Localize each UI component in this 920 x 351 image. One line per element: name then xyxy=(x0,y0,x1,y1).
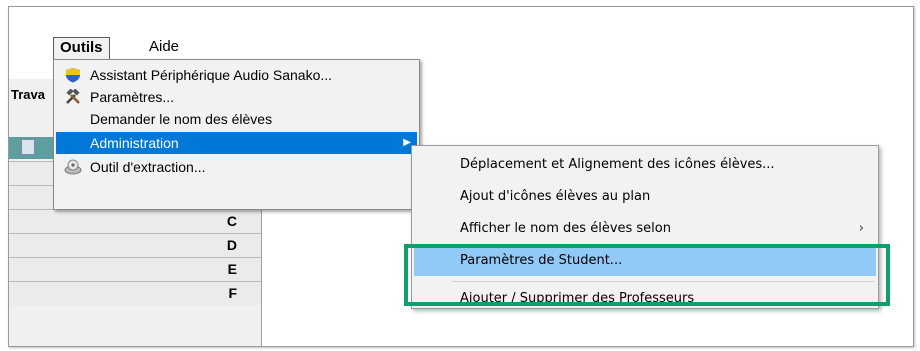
menu-item-label: Administration xyxy=(90,135,179,151)
submenu-item-ajout-icones[interactable]: Ajout d'icônes élèves au plan xyxy=(414,182,876,212)
menu-item-assistant-audio[interactable]: Assistant Périphérique Audio Sanako... xyxy=(56,64,417,86)
row-label: C xyxy=(226,213,237,229)
row-d[interactable]: D xyxy=(9,233,261,257)
menu-item-label: Assistant Périphérique Audio Sanako... xyxy=(90,67,333,83)
row-c[interactable]: C xyxy=(9,209,261,233)
submenu-arrow-icon: ▶ xyxy=(403,137,411,148)
menu-item-administration[interactable]: Administration ▶ xyxy=(56,132,417,154)
row-label: D xyxy=(226,237,237,253)
menu-item-label: Outil d'extraction... xyxy=(90,159,206,175)
shield-icon xyxy=(64,67,82,83)
application-window: Outils Aide Trava C D E F Assistant Péri… xyxy=(8,6,914,347)
extraction-icon xyxy=(64,159,82,175)
menu-item-label: Demander le nom des élèves xyxy=(90,111,273,127)
menu-item-outil-extraction[interactable]: Outil d'extraction... xyxy=(56,156,417,178)
menu-aide[interactable]: Aide xyxy=(143,37,185,59)
left-panel-header: Trava xyxy=(11,87,45,102)
outils-dropdown-menu: Assistant Périphérique Audio Sanako... P… xyxy=(53,59,420,210)
chevron-right-icon: › xyxy=(858,221,864,236)
row-f[interactable]: F xyxy=(9,281,261,305)
row-label: F xyxy=(228,285,237,301)
row-label: E xyxy=(227,261,237,277)
submenu-item-label: Déplacement et Alignement des icônes élè… xyxy=(460,157,775,172)
submenu-item-deplacement[interactable]: Déplacement et Alignement des icônes élè… xyxy=(414,150,876,180)
row-e[interactable]: E xyxy=(9,257,261,281)
tools-icon xyxy=(64,88,82,105)
menu-item-demander-nom[interactable]: Demander le nom des élèves xyxy=(56,108,417,130)
submenu-item-label: Afficher le nom des élèves selon xyxy=(460,221,671,236)
student-icon xyxy=(21,139,35,155)
submenu-item-label: Ajout d'icônes élèves au plan xyxy=(460,189,651,204)
menu-outils[interactable]: Outils xyxy=(53,37,110,59)
menu-item-label: Paramètres... xyxy=(90,89,175,105)
menu-item-parametres[interactable]: Paramètres... xyxy=(56,86,417,108)
highlight-callout-box xyxy=(404,244,890,306)
submenu-item-afficher-nom[interactable]: Afficher le nom des élèves selon › xyxy=(414,214,876,244)
menu-bar: Outils Aide xyxy=(9,7,913,59)
